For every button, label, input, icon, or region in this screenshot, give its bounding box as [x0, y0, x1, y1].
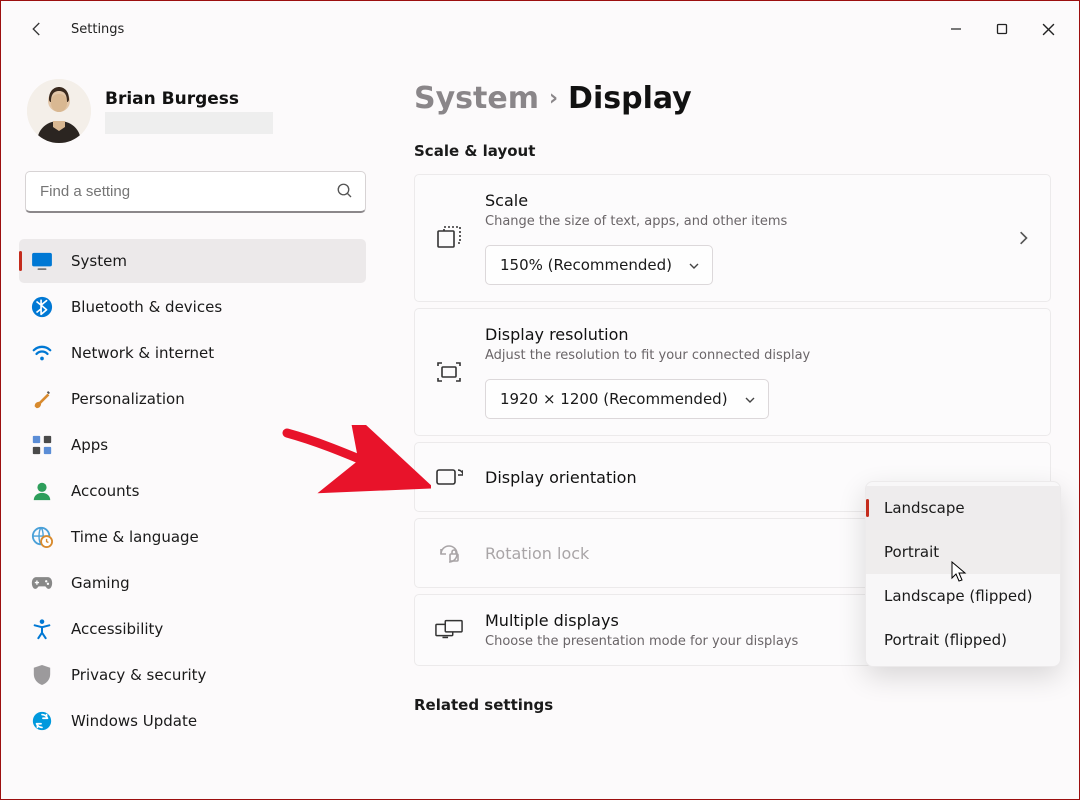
maximize-button[interactable]	[979, 9, 1025, 49]
sidebar: Brian Burgess System Bluetooth & devi	[1, 57, 386, 799]
person-icon	[31, 480, 53, 502]
sidebar-item-system[interactable]: System	[19, 239, 366, 283]
sidebar-item-label: Apps	[71, 436, 108, 454]
sidebar-item-windows-update[interactable]: Windows Update	[19, 699, 366, 743]
orientation-option-landscape[interactable]: Landscape	[866, 486, 1060, 530]
breadcrumb-current: Display	[568, 81, 692, 116]
sidebar-item-label: Network & internet	[71, 344, 214, 362]
sidebar-item-bluetooth[interactable]: Bluetooth & devices	[19, 285, 366, 329]
breadcrumb-parent[interactable]: System	[414, 81, 539, 116]
sidebar-item-network[interactable]: Network & internet	[19, 331, 366, 375]
multiple-displays-icon	[435, 616, 463, 644]
accessibility-icon	[31, 618, 53, 640]
back-button[interactable]	[27, 19, 47, 39]
sidebar-item-label: Accounts	[71, 482, 139, 500]
scale-select-value: 150% (Recommended)	[500, 256, 672, 274]
profile-info: Brian Burgess	[105, 89, 273, 134]
resolution-select[interactable]: 1920 × 1200 (Recommended)	[485, 379, 769, 419]
scale-select[interactable]: 150% (Recommended)	[485, 245, 713, 285]
sidebar-item-label: Windows Update	[71, 712, 197, 730]
update-icon	[31, 710, 53, 732]
orientation-option-portrait-flipped[interactable]: Portrait (flipped)	[866, 618, 1060, 662]
minimize-button[interactable]	[933, 9, 979, 49]
sidebar-item-label: Bluetooth & devices	[71, 298, 222, 316]
card-scale[interactable]: Scale Change the size of text, apps, and…	[414, 174, 1051, 302]
system-icon	[31, 250, 53, 272]
rotation-lock-icon	[435, 539, 463, 567]
shield-icon	[31, 664, 53, 686]
bluetooth-icon	[31, 296, 53, 318]
sidebar-item-personalization[interactable]: Personalization	[19, 377, 366, 421]
sidebar-item-label: Gaming	[71, 574, 130, 592]
card-subtitle: Change the size of text, apps, and other…	[485, 214, 1030, 229]
avatar	[27, 79, 91, 143]
content-area: System › Display Scale & layout Scale Ch…	[386, 57, 1079, 799]
profile-name: Brian Burgess	[105, 89, 273, 109]
sidebar-item-label: Accessibility	[71, 620, 163, 638]
gamepad-icon	[31, 572, 53, 594]
orientation-icon	[435, 463, 463, 491]
profile-email-redacted	[105, 112, 273, 134]
sidebar-item-accessibility[interactable]: Accessibility	[19, 607, 366, 651]
chevron-right-icon: ›	[549, 86, 558, 111]
sidebar-item-label: Privacy & security	[71, 666, 206, 684]
scale-icon	[435, 224, 463, 252]
window-controls	[933, 9, 1071, 49]
sidebar-item-label: Personalization	[71, 390, 185, 408]
sidebar-item-time-language[interactable]: Time & language	[19, 515, 366, 559]
section-scale-layout: Scale & layout	[414, 142, 1051, 160]
apps-icon	[31, 434, 53, 456]
card-title: Display resolution	[485, 325, 1030, 344]
close-button[interactable]	[1025, 9, 1071, 49]
cursor-indicator	[951, 561, 969, 583]
card-resolution[interactable]: Display resolution Adjust the resolution…	[414, 308, 1051, 436]
profile-block[interactable]: Brian Burgess	[27, 79, 372, 143]
sidebar-item-gaming[interactable]: Gaming	[19, 561, 366, 605]
search-icon	[336, 182, 354, 200]
title-bar-left: Settings	[27, 19, 124, 39]
title-bar: Settings	[1, 1, 1079, 57]
window-title: Settings	[71, 22, 124, 37]
nav-list: System Bluetooth & devices Network & int…	[19, 239, 372, 743]
card-title: Scale	[485, 191, 1030, 210]
sidebar-item-accounts[interactable]: Accounts	[19, 469, 366, 513]
sidebar-item-label: Time & language	[71, 528, 199, 546]
sidebar-item-privacy[interactable]: Privacy & security	[19, 653, 366, 697]
globe-clock-icon	[31, 526, 53, 548]
chevron-down-icon	[688, 260, 700, 272]
section-related-settings: Related settings	[414, 696, 1051, 714]
resolution-select-value: 1920 × 1200 (Recommended)	[500, 390, 728, 408]
sidebar-item-apps[interactable]: Apps	[19, 423, 366, 467]
breadcrumb: System › Display	[414, 81, 1051, 116]
resolution-icon	[435, 358, 463, 386]
card-subtitle: Adjust the resolution to fit your connec…	[485, 348, 1030, 363]
search-wrap	[25, 171, 366, 213]
chevron-down-icon	[744, 394, 756, 406]
sidebar-item-label: System	[71, 252, 127, 270]
paintbrush-icon	[31, 388, 53, 410]
chevron-right-icon	[1016, 231, 1030, 245]
wifi-icon	[31, 342, 53, 364]
search-input[interactable]	[25, 171, 366, 213]
